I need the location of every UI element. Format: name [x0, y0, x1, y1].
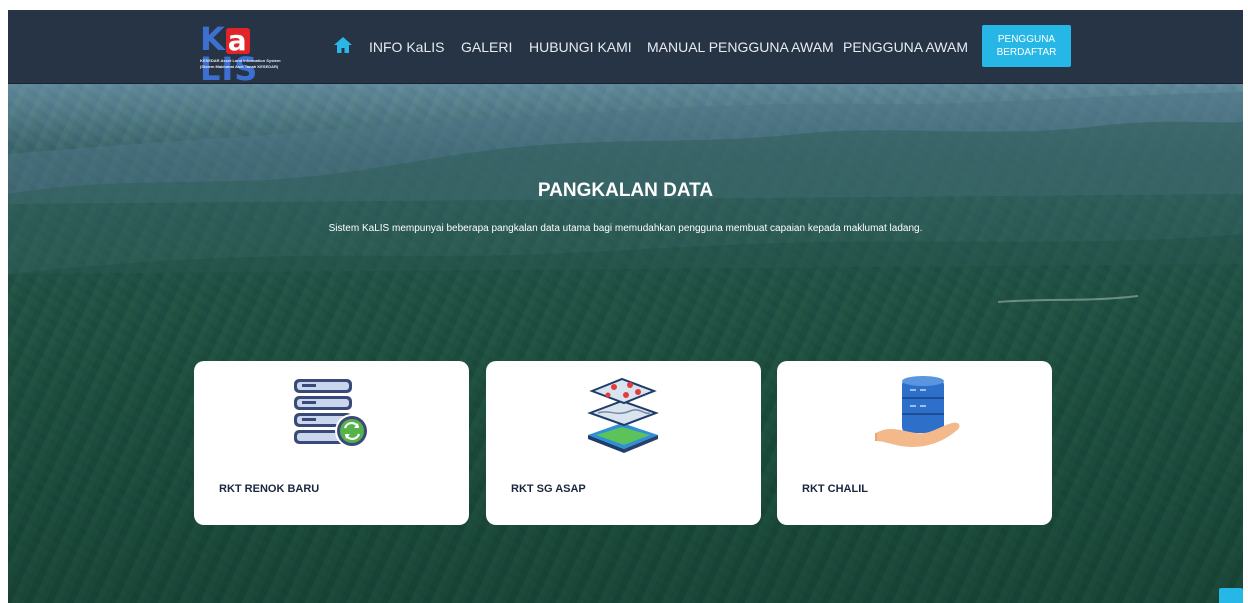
- scroll-to-top-button[interactable]: [1219, 588, 1243, 603]
- logo-wordmark: KaLIS: [200, 20, 259, 88]
- map-layers-icon: [486, 375, 761, 455]
- card-label: RKT SG ASAP: [511, 483, 586, 495]
- cta-label-line1: PENGGUNA: [997, 34, 1056, 45]
- database-card-rkt-sg-asap[interactable]: RKT SG ASAP: [486, 361, 761, 525]
- database-card-rkt-chalil[interactable]: RKT CHALIL: [777, 361, 1052, 525]
- hand-database-icon: [777, 375, 1052, 455]
- nav-manual-pengguna-awam[interactable]: MANUAL PENGGUNA AWAM: [647, 38, 834, 56]
- registered-user-button[interactable]: PENGGUNA BERDAFTAR: [982, 25, 1071, 67]
- page-title: PANGKALAN DATA: [537, 180, 714, 201]
- nav-hubungi-kami[interactable]: HUBUNGI KAMI: [529, 38, 632, 56]
- home-icon[interactable]: [333, 36, 353, 54]
- logo-subtitle-en: KESEDAR Asset Land Information System: [200, 58, 281, 63]
- hills-background: [8, 92, 1243, 603]
- database-sync-icon: [194, 375, 469, 455]
- database-card-rkt-renok-baru[interactable]: RKT RENOK BARU: [194, 361, 469, 525]
- hero-section: PANGKALAN DATA Sistem KaLIS mempunyai be…: [8, 84, 1243, 603]
- page-description: Sistem KaLIS mempunyai beberapa pangkala…: [328, 223, 923, 234]
- top-navigation: KaLIS KESEDAR Asset Land Information Sys…: [8, 10, 1243, 88]
- page-frame: KaLIS KESEDAR Asset Land Information Sys…: [8, 10, 1243, 603]
- nav-pengguna-awam[interactable]: PENGGUNA AWAM: [843, 38, 968, 56]
- card-label: RKT CHALIL: [802, 483, 868, 495]
- nav-info-kalis[interactable]: INFO KaLIS: [369, 38, 444, 56]
- card-label: RKT RENOK BARU: [219, 483, 320, 495]
- nav-galeri[interactable]: GALERI: [461, 38, 512, 56]
- kalis-logo[interactable]: KaLIS KESEDAR Asset Land Information Sys…: [200, 20, 308, 88]
- cta-label-line2: BERDAFTAR: [996, 47, 1057, 58]
- logo-subtitle-ms: (Sistem Maklumat Aset Tanah KESEDAR): [200, 64, 279, 69]
